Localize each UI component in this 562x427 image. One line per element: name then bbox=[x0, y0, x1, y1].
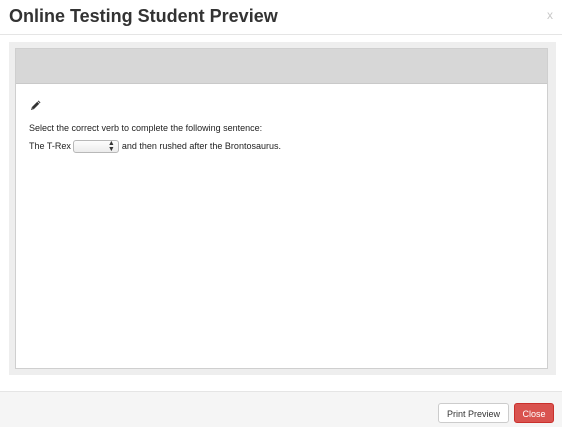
modal-footer: Print Preview Close bbox=[0, 391, 562, 427]
question-sentence: The T-Rex ▲ ▼ and then rushed after the B… bbox=[29, 138, 281, 154]
modal-body: Select the correct verb to complete the … bbox=[9, 42, 556, 375]
modal-header: Online Testing Student Preview x bbox=[0, 0, 562, 35]
verb-dropdown[interactable]: ▲ ▼ bbox=[72, 139, 119, 153]
question-prompt: Select the correct verb to complete the … bbox=[29, 123, 263, 133]
close-x-icon[interactable]: x bbox=[547, 8, 553, 22]
modal-title: Online Testing Student Preview bbox=[9, 6, 278, 26]
print-preview-button[interactable]: Print Preview bbox=[438, 403, 509, 423]
sentence-start: The T-Rex bbox=[29, 141, 71, 151]
pencil-icon[interactable] bbox=[29, 99, 42, 112]
student-preview-frame: Select the correct verb to complete the … bbox=[15, 48, 548, 369]
close-button[interactable]: Close bbox=[514, 403, 554, 423]
preview-modal: Online Testing Student Preview x Select … bbox=[0, 0, 562, 427]
dropdown-arrows-icon: ▲ ▼ bbox=[107, 139, 115, 153]
preview-header-bar bbox=[16, 49, 547, 84]
sentence-end: and then rushed after the Brontosaurus. bbox=[121, 141, 281, 151]
